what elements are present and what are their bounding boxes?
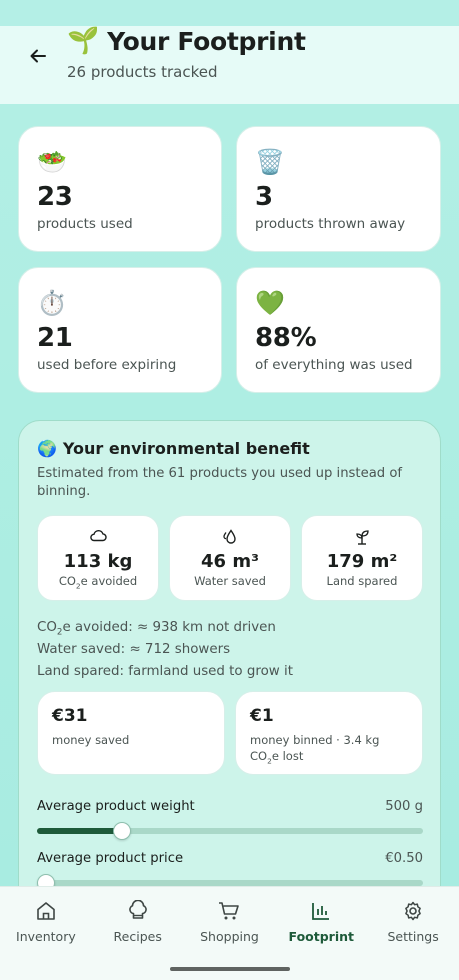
- price-slider-row: Average product price €0.50: [37, 851, 423, 887]
- green-heart-icon: 💚: [255, 289, 285, 317]
- money-saved-label: money saved: [52, 733, 130, 747]
- weight-slider-thumb[interactable]: [112, 822, 131, 840]
- weight-slider[interactable]: [37, 822, 423, 840]
- money-binned-label: money binned · 3.4 kg CO2e lost: [250, 733, 380, 766]
- salad-icon: 🥗: [37, 148, 67, 176]
- stat-value: 3: [255, 182, 273, 212]
- nav-label: Inventory: [16, 929, 76, 944]
- nav-recipes[interactable]: Recipes: [92, 897, 184, 944]
- metric-value: 113 kg: [63, 551, 133, 572]
- stat-value: 88%: [255, 323, 317, 353]
- home-indicator: [169, 967, 290, 971]
- weight-slider-value: 500 g: [385, 799, 423, 814]
- globe-icon: 🌍: [37, 439, 57, 458]
- chef-hat-icon: [92, 897, 184, 925]
- cart-icon: [184, 897, 276, 925]
- metric-land: 179 m² Land spared: [301, 515, 423, 601]
- bar-chart-icon: [275, 897, 367, 925]
- metric-co2: 113 kg CO2e avoided: [37, 515, 159, 601]
- nav-label: Settings: [387, 929, 439, 944]
- metric-label: Water saved: [194, 574, 266, 588]
- money-saved-card: €31 money saved: [37, 691, 225, 775]
- home-icon: [0, 897, 92, 925]
- page-subtitle: 26 products tracked: [67, 63, 218, 81]
- metric-label: Land spared: [326, 574, 398, 588]
- nav-label: Shopping: [200, 929, 259, 944]
- status-bar: [0, 0, 459, 26]
- page-header: 🌱 Your Footprint 26 products tracked: [0, 26, 459, 104]
- stat-label: products used: [37, 216, 133, 232]
- nav-label: Recipes: [113, 929, 162, 944]
- equivalent-co2: CO2e avoided: ≈ 938 km not driven: [37, 620, 276, 638]
- back-button[interactable]: [24, 42, 52, 70]
- price-slider-label: Average product price: [37, 851, 184, 866]
- bottom-navigation: Inventory Recipes Shopping Footprint Set…: [0, 886, 459, 980]
- sprout-icon: [302, 528, 422, 548]
- page-title-text: Your Footprint: [107, 26, 306, 56]
- env-title: 🌍 Your environmental benefit: [37, 439, 310, 458]
- equivalent-land: Land spared: farmland used to grow it: [37, 664, 293, 679]
- cloud-icon: [38, 528, 158, 548]
- stat-card-used-percent: 💚 88% of everything was used: [236, 267, 441, 393]
- footprint-content[interactable]: 🥗 23 products used 🗑️ 3 products thrown …: [0, 104, 459, 887]
- price-slider-value: €0.50: [385, 851, 423, 866]
- money-binned-value: €1: [250, 706, 274, 726]
- equivalent-water: Water saved: ≈ 712 showers: [37, 642, 231, 657]
- stat-card-before-expiring: ⏱️ 21 used before expiring: [18, 267, 222, 393]
- weight-slider-fill: [37, 828, 122, 834]
- page-title: 🌱 Your Footprint: [67, 26, 306, 56]
- weight-slider-row: Average product weight 500 g: [37, 799, 423, 840]
- metric-water: 46 m³ Water saved: [169, 515, 291, 601]
- stat-label: used before expiring: [37, 357, 177, 373]
- money-binned-card: €1 money binned · 3.4 kg CO2e lost: [235, 691, 423, 775]
- money-saved-value: €31: [52, 706, 88, 726]
- env-description: Estimated from the 61 products you used …: [37, 466, 403, 499]
- stat-label: products thrown away: [255, 216, 406, 232]
- water-drop-icon: [170, 528, 290, 548]
- trash-icon: 🗑️: [255, 148, 285, 176]
- nav-inventory[interactable]: Inventory: [0, 897, 92, 944]
- stat-card-used: 🥗 23 products used: [18, 126, 222, 252]
- environmental-benefit-panel: 🌍 Your environmental benefit Estimated f…: [18, 420, 441, 887]
- metric-value: 46 m³: [201, 551, 259, 572]
- seedling-icon: 🌱: [67, 26, 100, 56]
- nav-footprint[interactable]: Footprint: [275, 897, 367, 944]
- stat-value: 21: [37, 323, 73, 353]
- stopwatch-icon: ⏱️: [37, 289, 67, 317]
- stat-value: 23: [37, 182, 73, 212]
- metric-value: 179 m²: [326, 551, 398, 572]
- stat-card-thrown: 🗑️ 3 products thrown away: [236, 126, 441, 252]
- gear-icon: [367, 897, 459, 925]
- nav-shopping[interactable]: Shopping: [184, 897, 276, 944]
- env-title-text: Your environmental benefit: [62, 439, 310, 458]
- nav-label: Footprint: [288, 929, 355, 944]
- weight-slider-label: Average product weight: [37, 799, 195, 814]
- arrow-left-icon: [30, 49, 46, 63]
- stat-label: of everything was used: [255, 357, 413, 373]
- nav-settings[interactable]: Settings: [367, 897, 459, 944]
- metric-label: CO2e avoided: [58, 574, 138, 591]
